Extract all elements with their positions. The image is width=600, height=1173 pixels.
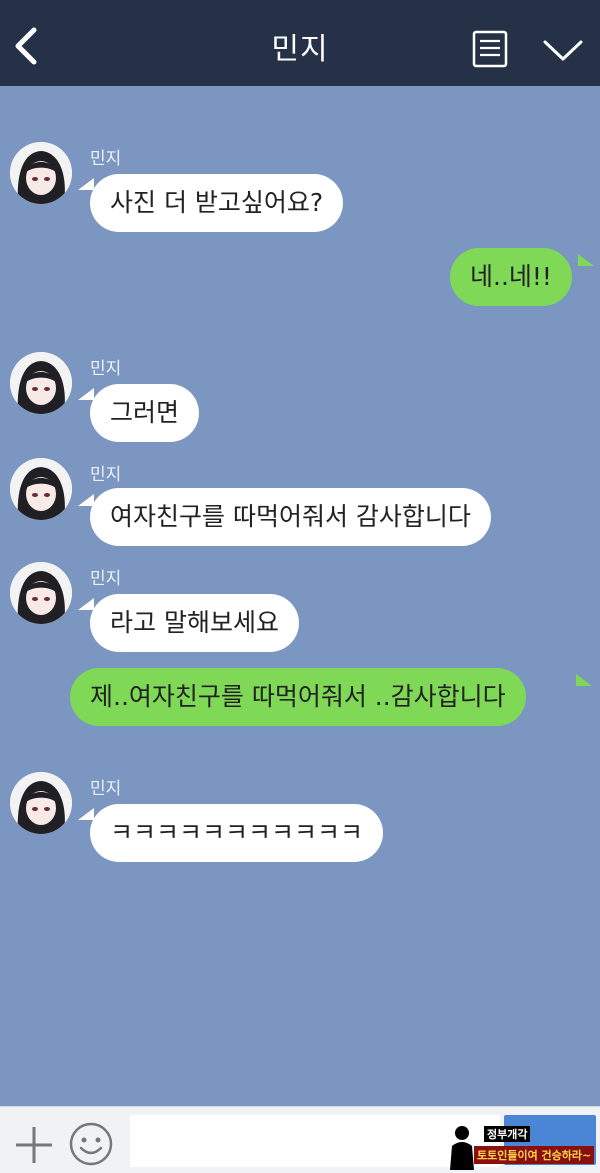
bubble-tail [78, 388, 94, 400]
message-bubble[interactable]: 사진 더 받고싶어요? [90, 174, 344, 232]
message-bubble[interactable]: 라고 말해보세요 [90, 594, 299, 652]
chevron-down-icon [543, 40, 583, 61]
chat-header: 민지 [0, 0, 600, 86]
watermark: 정부개각 토토인들이여 건승하라~ [444, 1124, 595, 1170]
sender-name: 민지 [90, 569, 122, 589]
avatar[interactable] [10, 142, 72, 204]
bubble-tail [578, 254, 594, 266]
watermark-line1: 정부개각 [484, 1126, 531, 1142]
emoji-button[interactable] [68, 1121, 114, 1167]
message-bubble[interactable]: 네..네!! [450, 248, 572, 306]
bubble-tail [78, 808, 94, 820]
plus-icon [16, 1127, 52, 1163]
avatar[interactable] [10, 562, 72, 624]
notepad-icon [472, 30, 508, 68]
message-bubble[interactable]: 그러면 [90, 384, 200, 442]
sender-name: 민지 [90, 779, 122, 799]
attach-button[interactable] [14, 1125, 54, 1165]
message-bubble[interactable]: 제..여자친구를 따먹어줘서 ..감사합니다 [70, 668, 526, 726]
avatar[interactable] [10, 352, 72, 414]
smiley-icon [69, 1122, 113, 1166]
watermark-line2: 토토인들이여 건승하라~ [474, 1146, 595, 1164]
message-bubble[interactable]: ㅋㅋㅋㅋㅋㅋㅋㅋㅋㅋㅋ [90, 804, 384, 862]
message-bubble[interactable]: 여자친구를 따먹어줘서 감사합니다 [90, 488, 491, 546]
sender-name: 민지 [90, 149, 122, 169]
notepad-button[interactable] [472, 30, 508, 68]
avatar[interactable] [10, 772, 72, 834]
avatar[interactable] [10, 458, 72, 520]
sender-name: 민지 [90, 465, 122, 485]
chat-area: 민지 사진 더 받고싶어요? 네..네!! 민지 그러면 민지 여자친구를 따먹… [0, 86, 600, 1106]
page-title: 민지 [271, 32, 329, 67]
bubble-tail [78, 178, 94, 190]
sender-name: 민지 [90, 359, 122, 379]
bubble-tail [78, 598, 94, 610]
bubble-tail [576, 674, 592, 686]
expand-button[interactable] [542, 38, 584, 64]
